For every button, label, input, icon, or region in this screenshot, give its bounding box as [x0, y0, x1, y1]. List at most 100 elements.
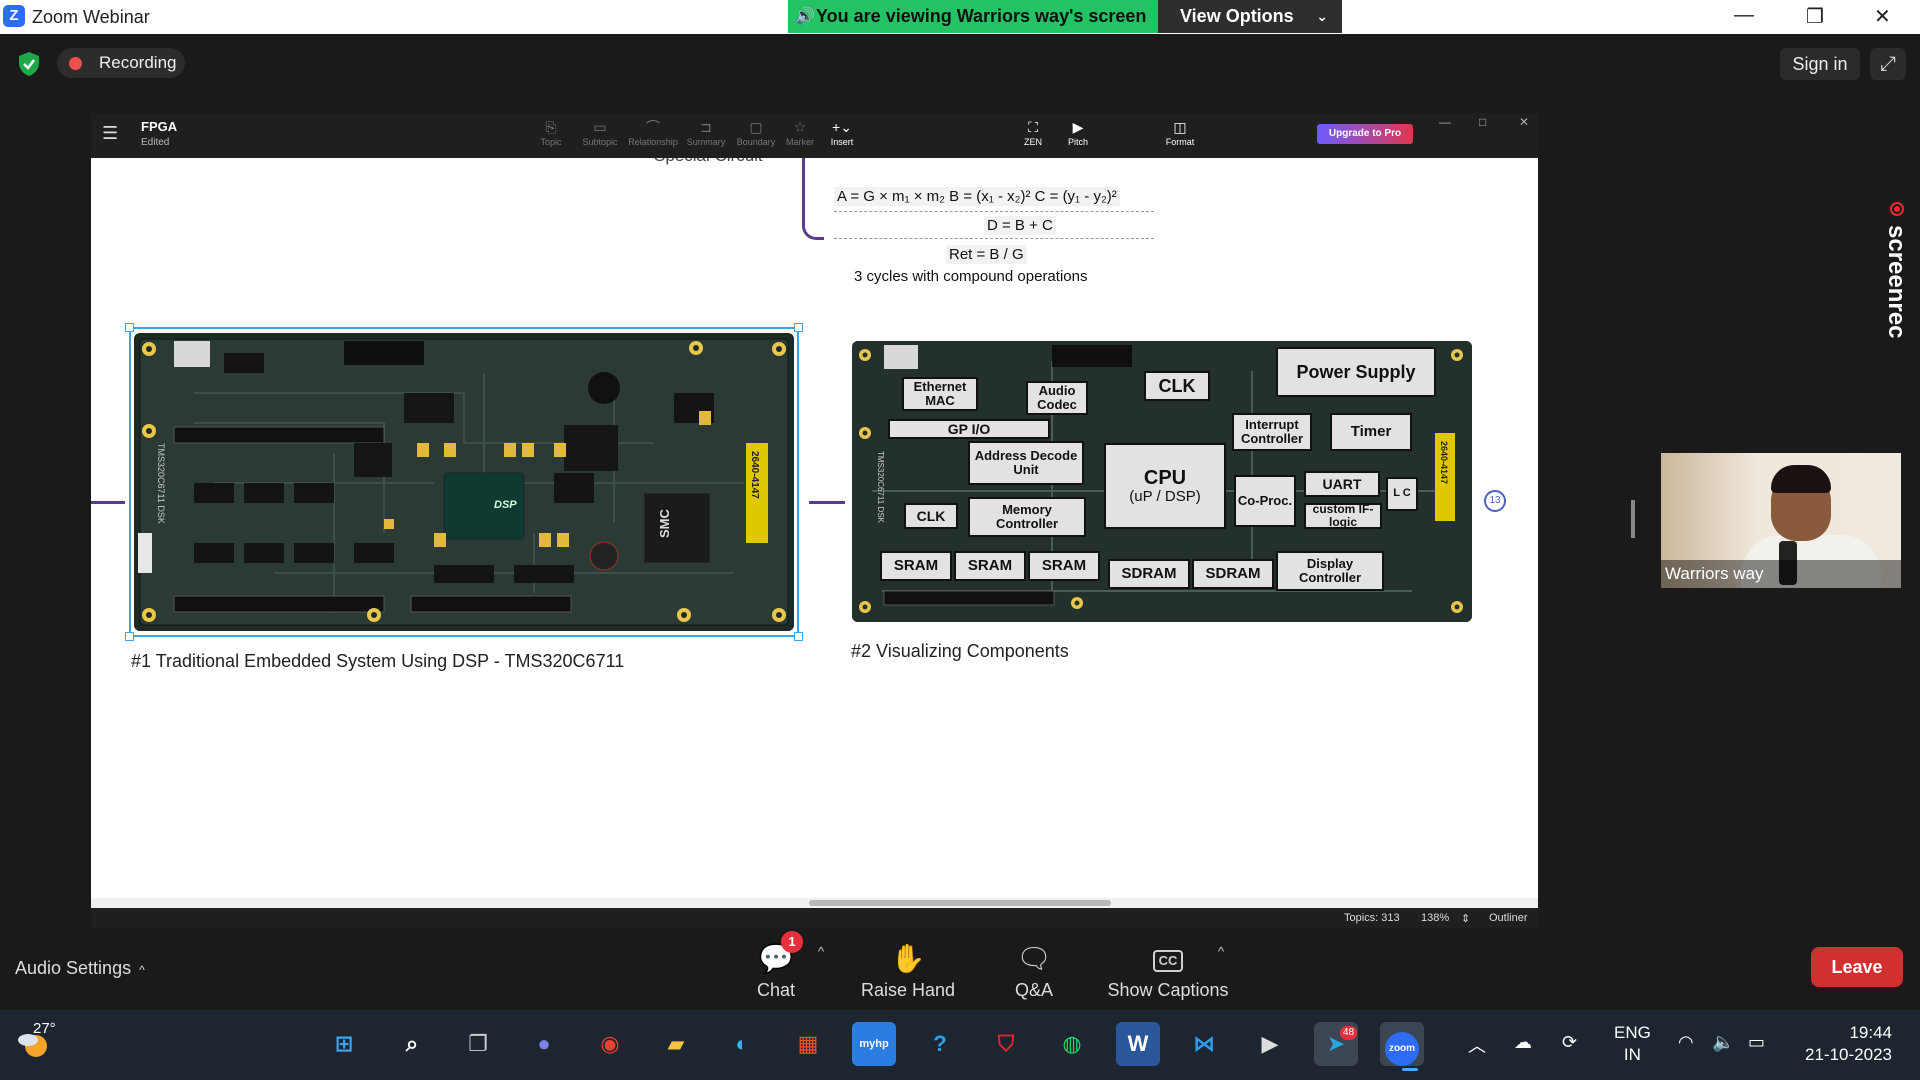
chat-chevron-up-icon[interactable]: ^ [818, 944, 824, 959]
resize-handle[interactable] [794, 632, 803, 641]
telegram-badge: 48 [1340, 1026, 1358, 1040]
recording-indicator[interactable]: Recording [57, 48, 185, 78]
cpu-sub-label: (uP / DSP) [1129, 487, 1201, 505]
tool-insert[interactable]: +⌄ Insert [817, 117, 867, 147]
show-captions-button[interactable]: CC Show Captions [1098, 942, 1238, 1001]
recording-dot-icon [69, 57, 82, 70]
pitch-icon: ▶ [1072, 119, 1084, 135]
word-icon[interactable]: W [1116, 1022, 1160, 1066]
tool-boundary-label: Boundary [736, 137, 776, 147]
scrollbar-thumb[interactable] [809, 900, 1111, 906]
panel-resize-handle[interactable] [1631, 500, 1635, 538]
teams-icon[interactable]: ● [522, 1022, 566, 1066]
onedrive-icon[interactable]: ☁ [1514, 1032, 1532, 1053]
tool-topic[interactable]: ⎘ Topic [526, 117, 576, 147]
caption-1[interactable]: #1 Traditional Embedded System Using DSP… [131, 651, 624, 672]
chevron-down-icon: ⌄ [1316, 8, 1328, 24]
store-icon[interactable]: ▦ [786, 1022, 830, 1066]
upgrade-button[interactable]: Upgrade to Pro [1317, 124, 1413, 144]
volume-icon[interactable]: 🔈 [1712, 1032, 1734, 1053]
myhp-icon[interactable]: myhp [852, 1022, 896, 1066]
qa-button[interactable]: 🗨 Q&A [974, 942, 1094, 1001]
spotify-icon[interactable]: ◍ [1050, 1022, 1094, 1066]
file-name: FPGA [141, 119, 178, 134]
vscode-icon[interactable]: ⋈ [1182, 1022, 1226, 1066]
zoom-taskbar-icon[interactable]: zoom [1380, 1022, 1424, 1066]
task-view-icon[interactable]: ❐ [456, 1022, 500, 1066]
ethernet-mac-block: Ethernet MAC [902, 377, 978, 411]
app-minimize-icon[interactable]: — [1439, 115, 1451, 129]
zoom-level[interactable]: 138% [1421, 912, 1449, 924]
smc-chip-label: SMC [657, 509, 672, 539]
caption-2[interactable]: #2 Visualizing Components [851, 641, 1069, 662]
fullscreen-icon[interactable]: ⤢ [1870, 48, 1906, 80]
coprocessor-block: Co-Proc. [1234, 475, 1296, 527]
help-icon[interactable]: ? [918, 1022, 962, 1066]
sync-icon[interactable]: ⟳ [1562, 1032, 1577, 1053]
topic-icon: ⎘ [545, 119, 557, 135]
raise-hand-button[interactable]: ✋ Raise Hand [848, 942, 968, 1001]
tool-zen[interactable]: ⛶ ZEN [1008, 117, 1058, 147]
memory-controller-block: Memory Controller [968, 497, 1086, 537]
tray-overflow-icon[interactable]: ︿ [1468, 1032, 1486, 1058]
mcafee-icon[interactable]: ⛉ [984, 1022, 1028, 1066]
meeting-topbar: Recording Sign in ⤢ [0, 34, 1920, 92]
chrome-icon[interactable]: ◉ [588, 1022, 632, 1066]
resize-handle[interactable] [794, 323, 803, 332]
audio-settings-button[interactable]: Audio Settings ^ [15, 958, 145, 979]
tool-summary[interactable]: ⊐ Summary [681, 117, 731, 147]
view-options-button[interactable]: View Options ⌄ [1158, 0, 1342, 33]
language-indicator[interactable]: ENG IN [1614, 1022, 1651, 1066]
captions-chevron-up-icon[interactable]: ^ [1218, 944, 1224, 959]
component-diagram[interactable]: 2640-4147 TMS320C6711 DSK Ethernet MAC A… [852, 341, 1472, 622]
wifi-icon[interactable]: ◠ [1678, 1032, 1694, 1053]
app-maximize-icon[interactable]: □ [1479, 115, 1486, 129]
minimize-icon[interactable]: — [1734, 4, 1754, 27]
formula-note: 3 cycles with compound operations [854, 268, 1088, 285]
hamburger-menu-icon[interactable]: ☰ [102, 123, 118, 144]
file-status: Edited [141, 137, 170, 148]
windows-start-icon[interactable]: ⊞ [322, 1022, 366, 1066]
tool-insert-label: Insert [830, 137, 854, 147]
tool-pitch[interactable]: ▶ Pitch [1053, 117, 1103, 147]
chevron-up-icon: ^ [139, 963, 145, 977]
mindmap-canvas[interactable]: Special Circuit A = G × m₁ × m₂ B = (x₁ … [91, 158, 1538, 898]
battery-icon[interactable]: ▭ [1748, 1032, 1765, 1053]
clock[interactable]: 19:44 21-10-2023 [1796, 1022, 1892, 1066]
chat-unread-badge: 1 [781, 931, 803, 953]
leave-button[interactable]: Leave [1811, 947, 1903, 987]
restore-icon[interactable]: ❐ [1806, 4, 1824, 29]
tool-format[interactable]: ◫ Format [1155, 117, 1205, 147]
sign-in-button[interactable]: Sign in [1780, 48, 1860, 80]
active-app-indicator [1402, 1068, 1418, 1071]
media-player-icon[interactable]: ▶ [1248, 1022, 1292, 1066]
outliner-button[interactable]: Outliner [1489, 912, 1528, 924]
resize-handle[interactable] [125, 323, 134, 332]
app-close-icon[interactable]: ✕ [1519, 115, 1529, 129]
dsp-board-photo[interactable]: DSP SMC 2640-4147 TMS320C6711 DSK [134, 333, 794, 631]
horizontal-scrollbar[interactable] [91, 898, 1538, 908]
search-icon[interactable]: ⌕ [390, 1022, 434, 1066]
audio-codec-block: Audio Codec [1026, 381, 1088, 415]
file-explorer-icon[interactable]: ▰ [654, 1022, 698, 1066]
interrupt-controller-block: Interrupt Controller [1232, 413, 1312, 451]
relationship-icon: ⌒ [646, 119, 660, 135]
display-controller-block: Display Controller [1276, 551, 1384, 591]
tool-boundary[interactable]: ▢ Boundary [731, 117, 781, 147]
clk-top-block: CLK [1144, 371, 1210, 401]
sram-block: SRAM [954, 551, 1026, 581]
zoom-stepper-icon[interactable]: ⇕ [1461, 912, 1470, 925]
tool-relationship[interactable]: ⌒ Relationship [628, 117, 678, 147]
tool-subtopic[interactable]: ▭ Subtopic [575, 117, 625, 147]
collapsed-count-badge[interactable]: 13 [1484, 490, 1506, 512]
shared-screen: ☰ FPGA Edited ⎘ Topic ▭ Subtopic ⌒ Relation… [91, 113, 1538, 928]
parent-topic-partial[interactable]: Special Circuit [654, 158, 763, 166]
close-icon[interactable]: ✕ [1874, 4, 1891, 29]
resize-handle[interactable] [125, 632, 134, 641]
board1-side-label: TMS320C6711 DSK [156, 443, 166, 524]
edge-icon[interactable]: ◐ [720, 1022, 764, 1066]
security-shield-icon[interactable] [17, 51, 41, 77]
gp-io-block: GP I/O [888, 419, 1050, 439]
tool-topic-label: Topic [540, 137, 562, 147]
summary-icon: ⊐ [700, 119, 712, 135]
